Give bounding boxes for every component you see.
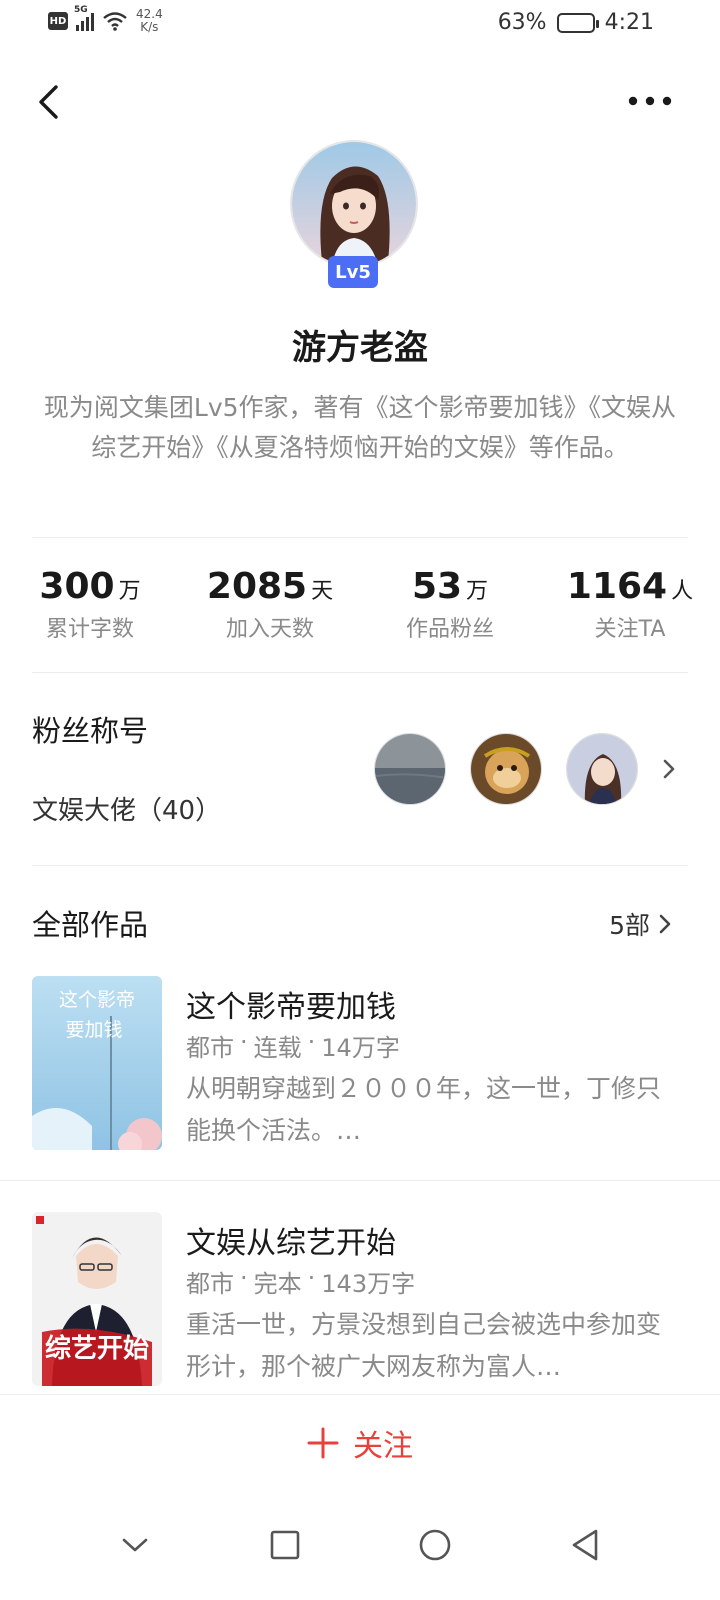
stat-fans: 53 万 作品粉丝 bbox=[360, 566, 540, 643]
divider bbox=[32, 865, 688, 866]
stat-value: 53 bbox=[411, 566, 463, 607]
cover-title-line1: 这个影帝 bbox=[59, 989, 135, 1011]
nav-back-button[interactable] bbox=[555, 1515, 615, 1575]
stat-label: 累计字数 bbox=[45, 617, 134, 642]
stat-label: 作品粉丝 bbox=[405, 617, 494, 642]
cover-title-line2: 要加钱 bbox=[65, 1019, 122, 1041]
stat-value: 1164 bbox=[566, 566, 668, 607]
author-avatar[interactable] bbox=[290, 140, 418, 268]
works-section-title: 全部作品 bbox=[32, 908, 149, 942]
hd-badge: HD bbox=[48, 12, 68, 30]
fan-avatar[interactable] bbox=[374, 733, 446, 805]
stat-value: 300 bbox=[39, 566, 115, 607]
nav-back-icon bbox=[572, 1529, 598, 1561]
nav-recents-icon bbox=[270, 1530, 300, 1560]
stat-label: 关注TA bbox=[594, 617, 666, 642]
back-arrow-icon bbox=[39, 85, 58, 119]
nav-collapse-icon bbox=[122, 1538, 148, 1552]
fans-more-chevron[interactable] bbox=[662, 758, 676, 780]
battery-icon bbox=[556, 12, 599, 33]
divider bbox=[32, 672, 688, 673]
stat-unit: 人 bbox=[671, 579, 694, 604]
book-description: 重活一世，方景没想到自己会被选中参加变形计，那个被广大网友称为富人… bbox=[186, 1310, 662, 1381]
author-name: 游方老盗 bbox=[292, 328, 428, 368]
stat-label: 加入天数 bbox=[225, 617, 314, 642]
more-dots-icon bbox=[628, 96, 672, 106]
stat-unit: 万 bbox=[466, 579, 489, 604]
book-cover[interactable]: 这个影帝 要加钱 bbox=[32, 976, 162, 1150]
status-bar: HD 5G 42.4 K/s 63% 4:21 bbox=[0, 0, 720, 48]
book-genre: 都市 bbox=[186, 1270, 234, 1298]
plus-icon bbox=[307, 1427, 339, 1458]
book-words: 143万字 bbox=[321, 1270, 416, 1298]
stat-unit: 万 bbox=[118, 579, 141, 604]
book-genre: 都市 bbox=[186, 1034, 234, 1062]
nav-collapse-button[interactable] bbox=[105, 1515, 165, 1575]
system-nav-bar bbox=[0, 1490, 720, 1600]
book-status: 完本 bbox=[253, 1270, 302, 1298]
more-button[interactable] bbox=[620, 86, 680, 116]
fan-avatars[interactable] bbox=[374, 733, 676, 805]
stats-row: 300 万 累计字数 2085 天 加入天数 53 万 作品粉丝 1164 人 关注TA bbox=[0, 566, 720, 643]
book-cover-art: 综艺开始 bbox=[32, 1212, 162, 1386]
battery-percent: 63% bbox=[497, 10, 547, 35]
book-description: 从明朝穿越到２０００年，这一世，丁修只能换个活法。… bbox=[186, 1074, 662, 1145]
book-item[interactable]: 这个影帝 要加钱 这个影帝要加钱 都市 · 连载 · 14万字 从明朝穿越到２０００… bbox=[32, 976, 688, 1152]
book-meta: 都市 · 连载 · 14万字 bbox=[186, 1028, 400, 1063]
divider bbox=[0, 1180, 720, 1181]
net-speed: 42.4 K/s bbox=[136, 8, 163, 34]
back-button[interactable] bbox=[28, 80, 68, 124]
author-avatar-wrap[interactable]: Lv5 bbox=[290, 140, 418, 288]
fan-section-title: 粉丝称号 bbox=[32, 714, 149, 748]
signal-label: 5G bbox=[74, 5, 88, 15]
follow-button[interactable]: 关注 bbox=[0, 1394, 720, 1490]
nav-home-icon bbox=[419, 1529, 451, 1561]
meta-separator: · bbox=[307, 1264, 316, 1292]
level-badge: Lv5 bbox=[328, 256, 378, 288]
stat-total-words: 300 万 累计字数 bbox=[0, 566, 180, 643]
works-count: 5部 bbox=[609, 911, 650, 940]
stat-days-joined: 2085 天 加入天数 bbox=[180, 566, 360, 643]
fan-title: 文娱大佬（40） bbox=[32, 796, 222, 826]
chevron-right-icon bbox=[659, 914, 671, 934]
cover-title-art: 综艺开始 bbox=[45, 1333, 149, 1364]
author-bio: 现为阅文集团Lv5作家，著有《这个影帝要加钱》《文娱从综艺开始》《从夏洛特烦恼开… bbox=[43, 393, 677, 462]
fan-avatar-sea bbox=[375, 734, 445, 804]
book-cover[interactable]: 综艺开始 bbox=[32, 1212, 162, 1386]
stat-value: 2085 bbox=[206, 566, 308, 607]
follow-label: 关注 bbox=[353, 1428, 413, 1464]
chevron-right-icon bbox=[663, 759, 675, 779]
fan-avatar[interactable] bbox=[470, 733, 542, 805]
book-words: 14万字 bbox=[321, 1034, 400, 1062]
fan-avatar-monkey bbox=[471, 734, 541, 804]
nav-home-button[interactable] bbox=[405, 1515, 465, 1575]
nav-recents-button[interactable] bbox=[255, 1515, 315, 1575]
meta-separator: · bbox=[307, 1028, 316, 1056]
avatar-illustration bbox=[292, 142, 416, 266]
divider bbox=[32, 537, 688, 538]
signal-icon: 5G bbox=[74, 5, 94, 31]
works-count-link[interactable]: 5部 bbox=[609, 906, 672, 942]
book-cover-art: 这个影帝 要加钱 bbox=[32, 976, 162, 1150]
book-title: 文娱从综艺开始 bbox=[186, 1226, 396, 1261]
wifi-icon bbox=[103, 12, 127, 31]
book-item[interactable]: 综艺开始 文娱从综艺开始 都市 · 完本 · 143万字 重活一世，方景没想到自己会… bbox=[32, 1212, 688, 1388]
fan-avatar-girl bbox=[567, 734, 637, 804]
clock: 4:21 bbox=[604, 10, 654, 35]
stat-followers[interactable]: 1164 人 关注TA bbox=[540, 566, 720, 643]
status-right: 63% 4:21 bbox=[498, 10, 654, 35]
meta-separator: · bbox=[240, 1264, 248, 1292]
stat-unit: 天 bbox=[311, 579, 334, 604]
net-speed-unit: K/s bbox=[140, 20, 159, 34]
book-meta: 都市 · 完本 · 143万字 bbox=[186, 1264, 415, 1299]
book-status: 连载 bbox=[253, 1034, 302, 1062]
book-title: 这个影帝要加钱 bbox=[186, 990, 396, 1025]
meta-separator: · bbox=[240, 1028, 248, 1056]
status-left: HD 5G 42.4 K/s bbox=[48, 5, 163, 34]
fan-avatar[interactable] bbox=[566, 733, 638, 805]
